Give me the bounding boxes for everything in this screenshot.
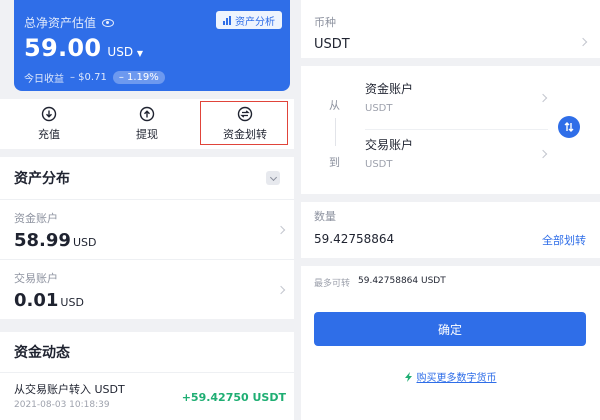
account-value: 0.01: [14, 290, 59, 311]
withdraw-label: 提现: [136, 128, 158, 141]
balance-label: 总净资产估值: [24, 16, 97, 30]
account-name: 资金账户: [14, 212, 58, 225]
balance-value: 59.00: [24, 34, 102, 62]
deposit-icon: [41, 106, 57, 122]
divider: [301, 258, 600, 266]
withdraw-icon: [139, 106, 155, 122]
asset-distribution-title: 资产分布: [14, 171, 70, 187]
max-transferable-label: 最多可转: [314, 279, 351, 289]
fund-activity-section: 资金动态 从交易账户转入 USDT 2021-08-03 10:18:39 +5…: [0, 332, 294, 420]
from-label: 从: [329, 99, 340, 112]
divider: [301, 58, 600, 66]
today-income-label: 今日收益: [24, 74, 64, 85]
max-transferable-row: 最多可转 59.42758864 USDT: [314, 276, 446, 289]
asset-analysis-label: 资产分析: [235, 16, 275, 28]
today-income-value: – $0.71: [70, 72, 107, 83]
to-label: 到: [329, 156, 340, 169]
coin-selector[interactable]: 币种 USDT: [314, 14, 590, 52]
bar-chart-icon: [223, 15, 231, 25]
account-unit: USD: [60, 296, 84, 309]
asset-analysis-button[interactable]: 资产分析: [216, 11, 282, 29]
amount-label: 数量: [314, 210, 336, 223]
account-name: 交易账户: [14, 272, 58, 285]
withdraw-button[interactable]: 提现: [98, 99, 196, 149]
deposit-button[interactable]: 充值: [0, 99, 98, 149]
currency-label: USD: [107, 45, 134, 59]
from-account-name: 资金账户: [365, 82, 414, 96]
trading-account-row[interactable]: 交易账户 0.01 USD: [0, 259, 294, 319]
lightning-icon: [404, 371, 412, 382]
transfer-form-panel: 币种 USDT 从 到 资金账户 USDT 交易账户 USDT 数量 全部划转 …: [301, 0, 600, 420]
transfer-icon: [237, 106, 253, 122]
asset-overview-panel: 总净资产估值 资产分析 59.00 USD ▼ 今日收益 – $0.71 – 1…: [0, 0, 294, 420]
eye-icon[interactable]: [102, 18, 115, 27]
account-value: 58.99: [14, 230, 71, 251]
to-account-name: 交易账户: [365, 138, 414, 152]
fund-activity-title: 资金动态: [14, 345, 70, 361]
collapse-button[interactable]: [266, 171, 280, 185]
swap-accounts-button[interactable]: [558, 116, 580, 138]
divider: [365, 129, 548, 130]
balance-value-row: 59.00 USD ▼: [24, 34, 143, 62]
fund-activity-header: 资金动态: [0, 332, 294, 372]
to-account-selector[interactable]: 交易账户 USDT: [365, 136, 548, 180]
coin-label: 币种: [314, 16, 336, 29]
max-transferable-value: 59.42758864 USDT: [358, 276, 446, 286]
transfer-direction: 从 到 资金账户 USDT 交易账户 USDT: [301, 66, 600, 194]
asset-distribution-header: 资产分布: [0, 157, 294, 199]
chevron-down-icon: [269, 173, 277, 181]
caret-down-icon: ▼: [136, 49, 144, 58]
from-account-selector[interactable]: 资金账户 USDT: [365, 80, 548, 124]
account-unit: USD: [72, 236, 97, 249]
swap-arrows-icon: [564, 122, 574, 132]
coin-value: USDT: [314, 37, 350, 52]
chevron-right-icon: [538, 149, 548, 159]
confirm-button[interactable]: 确定: [314, 312, 586, 346]
transfer-label: 资金划转: [223, 128, 267, 141]
chevron-right-icon: [538, 93, 548, 103]
asset-distribution-section: 资产分布 资金账户 58.99 USD 交易账户 0.01 USD: [0, 157, 294, 319]
from-account-unit: USDT: [365, 103, 393, 114]
record-amount: +59.42750 USDT: [181, 391, 286, 404]
direction-line: [335, 118, 336, 146]
amount-section: 数量 全部划转: [301, 200, 600, 258]
transfer-button[interactable]: 资金划转: [196, 99, 294, 149]
buy-more-link[interactable]: 购买更多数字货币: [301, 369, 600, 384]
today-income-percent: – 1.19%: [112, 71, 165, 84]
list-item[interactable]: 从交易账户转入 USDT 2021-08-03 10:18:39 +59.427…: [0, 372, 294, 416]
account-value-row: 58.99 USD: [14, 230, 280, 251]
buy-more-label: 购买更多数字货币: [416, 373, 497, 384]
to-account-unit: USDT: [365, 159, 393, 170]
funding-account-row[interactable]: 资金账户 58.99 USD: [0, 199, 294, 259]
balance-label-row: 总净资产估值: [24, 14, 115, 31]
quick-actions: 充值 提现 资金划转: [0, 99, 294, 149]
deposit-label: 充值: [38, 128, 60, 141]
transfer-all-button[interactable]: 全部划转: [542, 232, 586, 248]
account-value-row: 0.01 USD: [14, 290, 280, 311]
currency-selector[interactable]: USD ▼: [107, 45, 143, 59]
balance-card: 总净资产估值 资产分析 59.00 USD ▼ 今日收益 – $0.71 – 1…: [14, 0, 290, 91]
amount-input[interactable]: [314, 232, 494, 246]
today-income-row: 今日收益 – $0.71 – 1.19%: [24, 70, 165, 85]
